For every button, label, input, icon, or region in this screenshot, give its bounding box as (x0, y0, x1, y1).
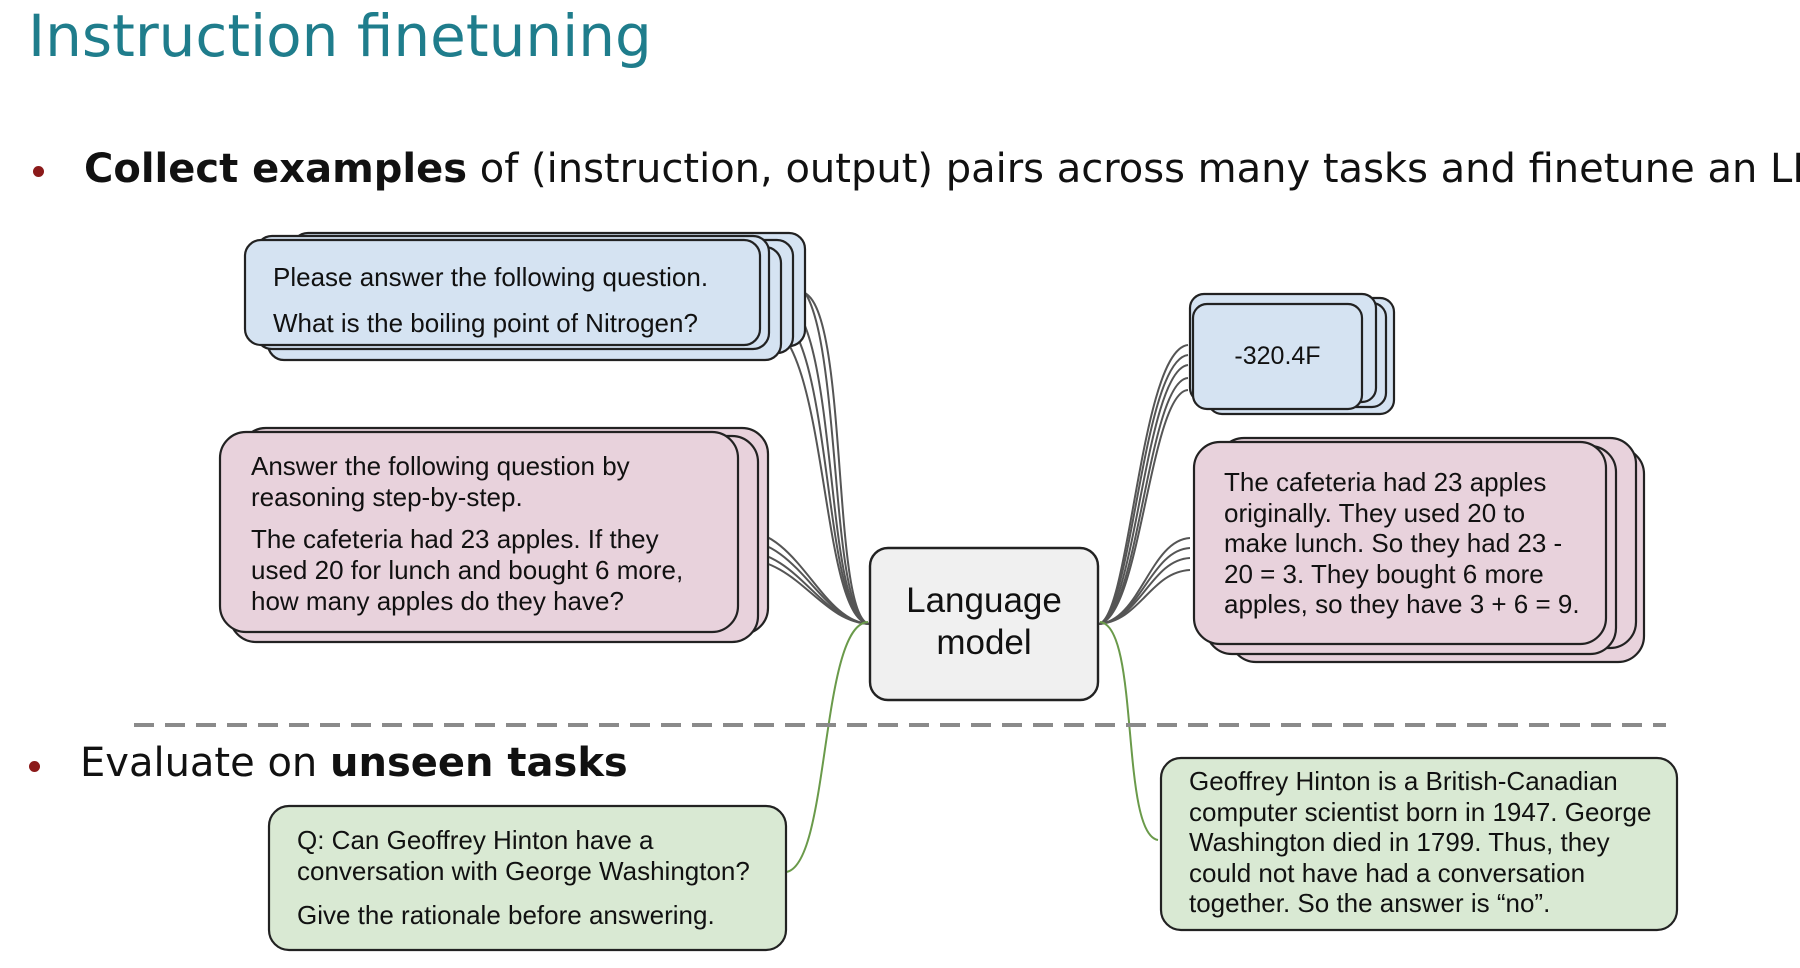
output-qa-value: -320.4F (1234, 342, 1321, 370)
output-unseen-line-4: could not have had a conversation (1189, 857, 1586, 888)
output-unseen-text: Geoffrey Hinton is a British-Canadian co… (1189, 766, 1651, 919)
input-cot-gap (251, 513, 683, 524)
output-cot-line-5: apples, so they have 3 + 6 = 9. (1224, 589, 1580, 619)
model-label: Language model (870, 580, 1098, 664)
input-cot-p2-line-2: used 20 for lunch and bought 6 more, (251, 555, 684, 585)
input-cot-text: Answer the following question by reasoni… (251, 451, 683, 617)
input-cot-p1-line-1: Answer the following question by (251, 451, 630, 481)
connector-unseen-out (1099, 621, 1159, 841)
bullet-dot-2 (29, 761, 40, 772)
output-unseen-line-1: Geoffrey Hinton is a British-Canadian (1189, 766, 1618, 796)
output-cot-line-1: The cafeteria had 23 apples (1224, 467, 1547, 497)
input-qa-line-2: What is the boiling point of Nitrogen? (273, 308, 698, 338)
input-unseen-gap (297, 887, 750, 900)
connector-qa-5 (759, 321, 871, 625)
model-label-line-2: model (936, 623, 1032, 662)
bullet-2-bold: unseen tasks (329, 740, 628, 786)
input-qa-line-1: Please answer the following question. (273, 262, 709, 292)
output-cot-line-2: originally. They used 20 to (1224, 497, 1526, 528)
output-qa-text: -320.4F (1193, 340, 1362, 372)
input-cot-p1-line-2: reasoning step-by-step. (251, 482, 523, 512)
bullet-evaluate-unseen: Evaluate on unseen tasks (80, 740, 628, 786)
input-unseen-p2-line-1: Give the rationale before answering. (297, 900, 715, 930)
model-label-line-1: Language (906, 581, 1062, 620)
connector-qa-4 (769, 311, 871, 625)
input-qa-text: Please answer the following question. Wh… (273, 254, 708, 346)
bullet-2-plain: Evaluate on (80, 740, 330, 786)
input-unseen-p1-line-1: Q: Can Geoffrey Hinton have a (297, 825, 654, 855)
input-cot-p2-line-3: how many apples do they have? (251, 586, 624, 616)
output-cot-text: The cafeteria had 23 apples originally. … (1224, 467, 1580, 620)
output-cot-line-4: 20 = 3. They bought 6 more (1224, 558, 1544, 589)
input-unseen-text: Q: Can Geoffrey Hinton have a conversati… (297, 825, 750, 931)
connector-out-cot-4 (1097, 569, 1191, 625)
output-unseen-line-2: computer scientist born in 1947. George (1189, 796, 1652, 827)
input-unseen-p1-line-2: conversation with George Washington? (297, 856, 750, 886)
input-cot-p2-line-1: The cafeteria had 23 apples. If they (251, 524, 659, 554)
output-unseen-line-5: together. So the answer is “no”. (1189, 888, 1551, 918)
output-cot-line-3: make lunch. So they had 23 - (1224, 528, 1563, 558)
output-unseen-line-3: Washington died in 1799. Thus, they (1189, 827, 1610, 857)
connector-unseen-in (785, 621, 869, 873)
